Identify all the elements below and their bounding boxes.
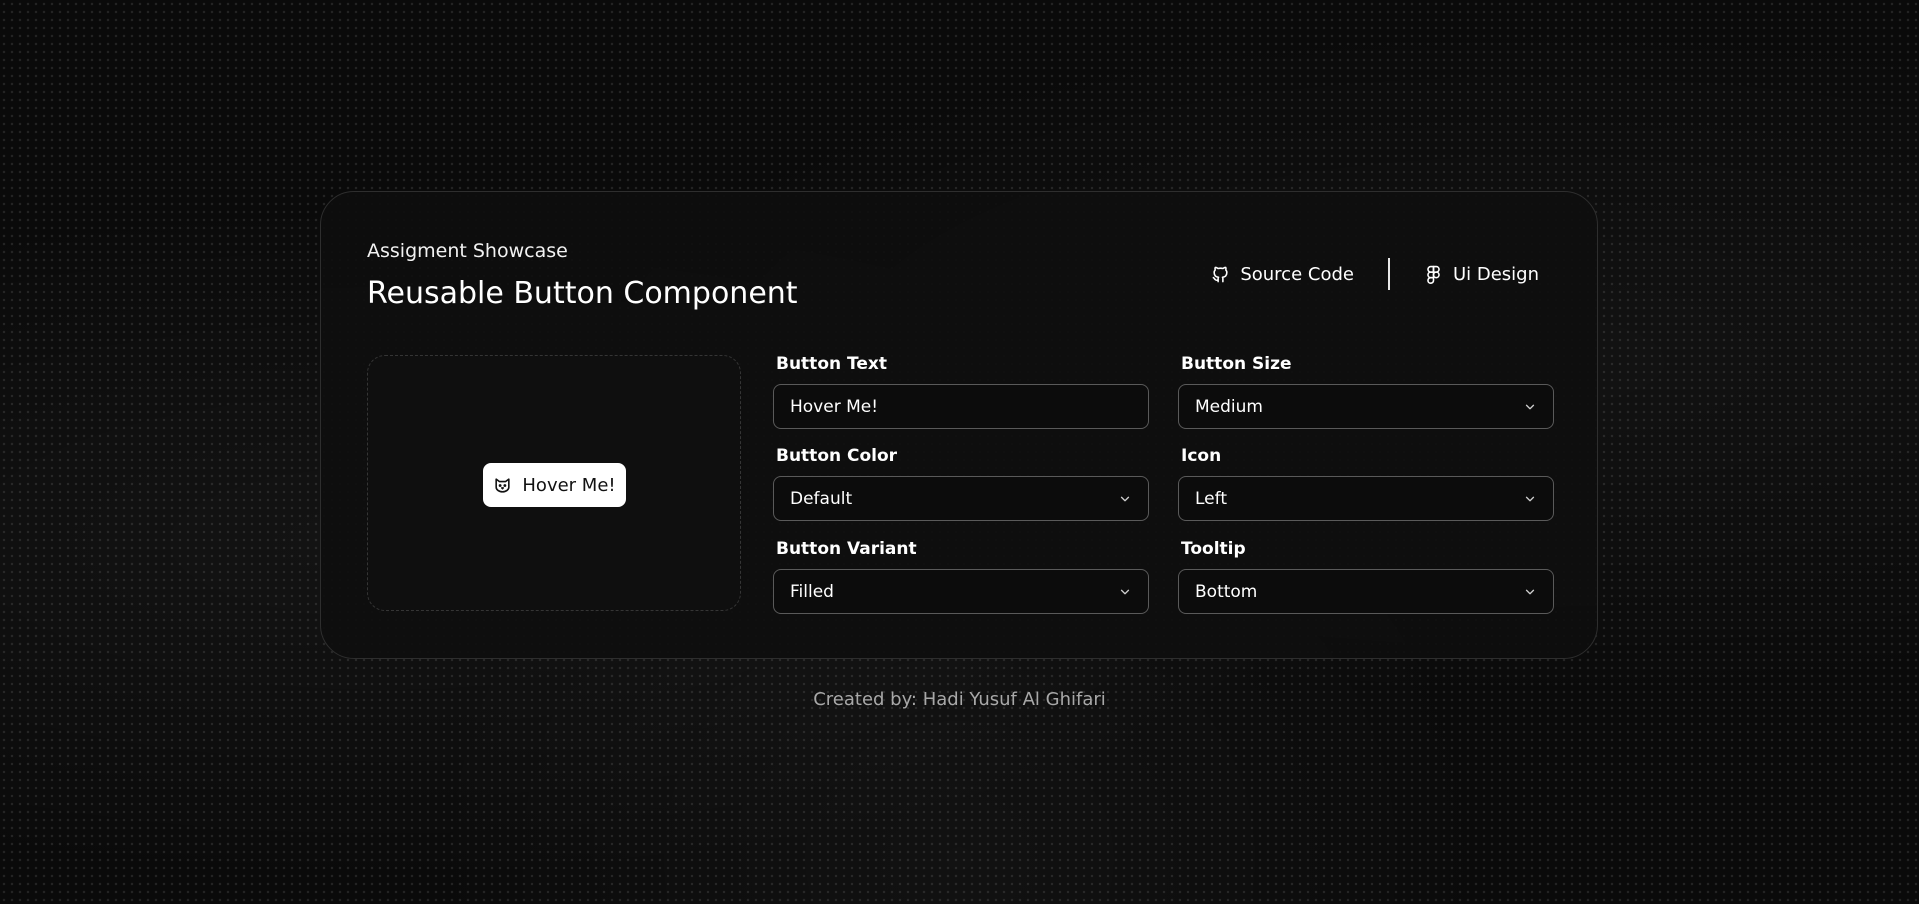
button-size-field: Button Size Medium bbox=[1178, 353, 1554, 429]
button-variant-value: Filled bbox=[790, 581, 834, 602]
tooltip-value: Bottom bbox=[1195, 581, 1258, 602]
tooltip-select[interactable]: Bottom bbox=[1178, 569, 1554, 614]
cat-icon bbox=[495, 477, 511, 493]
button-size-select[interactable]: Medium bbox=[1178, 384, 1554, 429]
chevron-down-icon bbox=[1525, 589, 1535, 594]
button-size-value: Medium bbox=[1195, 396, 1263, 417]
preview-button-label: Hover Me! bbox=[522, 474, 616, 496]
button-text-input[interactable]: Hover Me! bbox=[773, 384, 1149, 429]
button-variant-field: Button Variant Filled bbox=[773, 538, 1149, 614]
button-variant-label: Button Variant bbox=[776, 539, 917, 559]
icon-value: Left bbox=[1195, 488, 1227, 509]
header-links: Source Code Ui Design bbox=[1211, 258, 1539, 290]
button-preview-area: Hover Me! bbox=[367, 355, 741, 611]
chevron-down-icon bbox=[1120, 496, 1130, 501]
link-divider bbox=[1387, 258, 1390, 290]
icon-field: Icon Left bbox=[1178, 445, 1554, 521]
button-size-label: Button Size bbox=[1181, 354, 1292, 374]
showcase-card: Assigment Showcase Reusable Button Compo… bbox=[320, 191, 1598, 659]
github-icon bbox=[1212, 266, 1228, 282]
chevron-down-icon bbox=[1120, 589, 1130, 594]
tooltip-field: Tooltip Bottom bbox=[1178, 538, 1554, 614]
icon-label: Icon bbox=[1181, 446, 1222, 466]
source-code-label: Source Code bbox=[1240, 263, 1354, 285]
ui-design-label: Ui Design bbox=[1452, 263, 1539, 285]
icon-position-select[interactable]: Left bbox=[1178, 476, 1554, 521]
button-color-select[interactable]: Default bbox=[773, 476, 1149, 521]
source-code-link[interactable]: Source Code bbox=[1211, 264, 1354, 285]
button-text-field: Button Text Hover Me! bbox=[773, 353, 1149, 429]
button-color-field: Button Color Default bbox=[773, 445, 1149, 521]
tooltip-label: Tooltip bbox=[1181, 539, 1246, 559]
button-text-label: Button Text bbox=[776, 354, 887, 374]
chevron-down-icon bbox=[1525, 496, 1535, 501]
preview-button[interactable]: Hover Me! bbox=[483, 463, 626, 507]
chevron-down-icon bbox=[1525, 404, 1535, 409]
button-color-label: Button Color bbox=[776, 446, 898, 466]
button-variant-select[interactable]: Filled bbox=[773, 569, 1149, 614]
button-color-value: Default bbox=[790, 488, 853, 509]
footer-credit: Created by: Hadi Yusuf Al Ghifari bbox=[813, 689, 1106, 710]
page-title: Reusable Button Component bbox=[367, 276, 798, 311]
figma-icon bbox=[1427, 265, 1440, 284]
page-eyebrow: Assigment Showcase bbox=[367, 240, 568, 262]
button-text-value: Hover Me! bbox=[790, 396, 879, 417]
ui-design-link[interactable]: Ui Design bbox=[1424, 264, 1539, 285]
